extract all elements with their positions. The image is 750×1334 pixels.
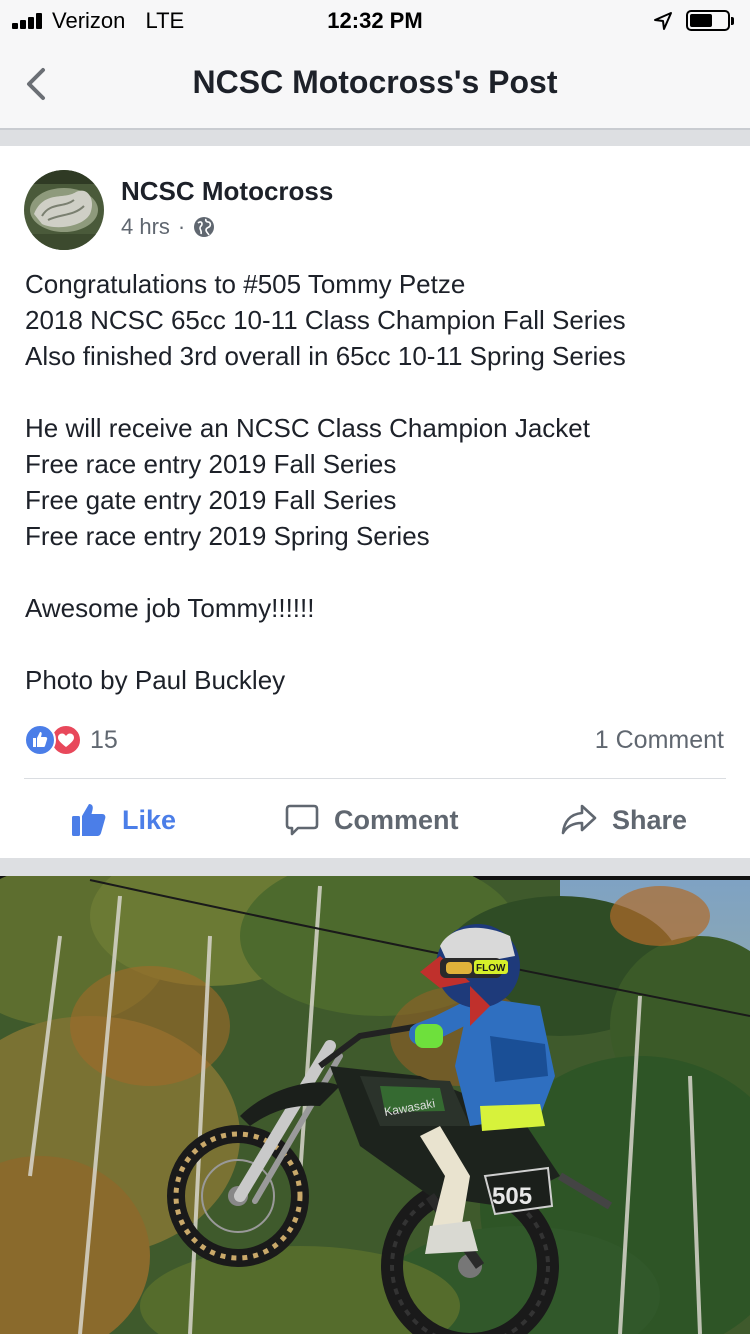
motocross-rider-photo: Kawasaki 505 FLOW <box>0 876 750 1334</box>
clock: 12:32 PM <box>327 8 423 33</box>
post-timestamp[interactable]: 4 hrs <box>121 214 170 240</box>
comment-bubble-icon <box>285 804 319 836</box>
reactions-summary[interactable]: 15 <box>24 724 118 756</box>
navigation-bar: NCSC Motocross's Post <box>0 40 750 130</box>
location-arrow-icon <box>654 12 672 30</box>
post-line: Congratulations to #505 Tommy Petze <box>25 269 466 299</box>
comment-label: Comment <box>334 804 459 835</box>
post-line: Free race entry 2019 Fall Series <box>25 449 397 479</box>
post-line <box>25 374 725 410</box>
battery-icon <box>686 10 734 31</box>
share-arrow-icon <box>561 804 597 835</box>
comment-button[interactable]: Comment <box>284 798 459 842</box>
share-label: Share <box>612 804 688 835</box>
post-line: Awesome job Tommy!!!!!! <box>25 593 315 623</box>
post-line <box>25 626 725 662</box>
post-line: Photo by Paul Buckley <box>25 665 286 695</box>
post-body: Congratulations to #505 Tommy Petze 2018… <box>25 266 725 698</box>
goggle-brand-text: FLOW <box>476 963 506 974</box>
reaction-count: 15 <box>90 725 118 754</box>
like-button[interactable]: Like <box>70 798 176 842</box>
post-meta: 4 hrs · <box>121 214 215 240</box>
post-card: NCSC Motocross 4 hrs · Congratulations t… <box>0 146 750 858</box>
page-title: NCSC Motocross's Post <box>192 64 558 100</box>
action-divider <box>24 778 726 779</box>
meta-separator: · <box>177 214 186 239</box>
status-bar: Verizon LTE 12:32 PM <box>0 0 750 40</box>
section-divider <box>0 130 750 146</box>
post-line: He will receive an NCSC Class Champion J… <box>25 413 590 443</box>
avatar[interactable] <box>24 170 104 250</box>
post-line: Free race entry 2019 Spring Series <box>25 521 430 551</box>
post-line: 2018 NCSC 65cc 10-11 Class Champion Fall… <box>25 305 626 335</box>
like-reaction-icon <box>24 724 56 756</box>
section-divider <box>0 858 750 876</box>
post-author-name[interactable]: NCSC Motocross <box>121 176 333 207</box>
like-label: Like <box>122 804 177 835</box>
post-actions: Like Comment Share <box>0 780 750 858</box>
post-line <box>25 554 725 590</box>
post-photo[interactable]: Kawasaki 505 FLOW <box>0 876 750 1334</box>
thumbs-up-icon <box>72 804 106 836</box>
share-button[interactable]: Share <box>560 798 687 842</box>
post-line: Free gate entry 2019 Fall Series <box>25 485 397 515</box>
post-line: Also finished 3rd overall in 65cc 10-11 … <box>25 341 626 371</box>
number-plate-text: 505 <box>492 1183 532 1210</box>
globe-icon <box>194 217 215 237</box>
comment-count-link[interactable]: 1 Comment <box>595 726 724 755</box>
